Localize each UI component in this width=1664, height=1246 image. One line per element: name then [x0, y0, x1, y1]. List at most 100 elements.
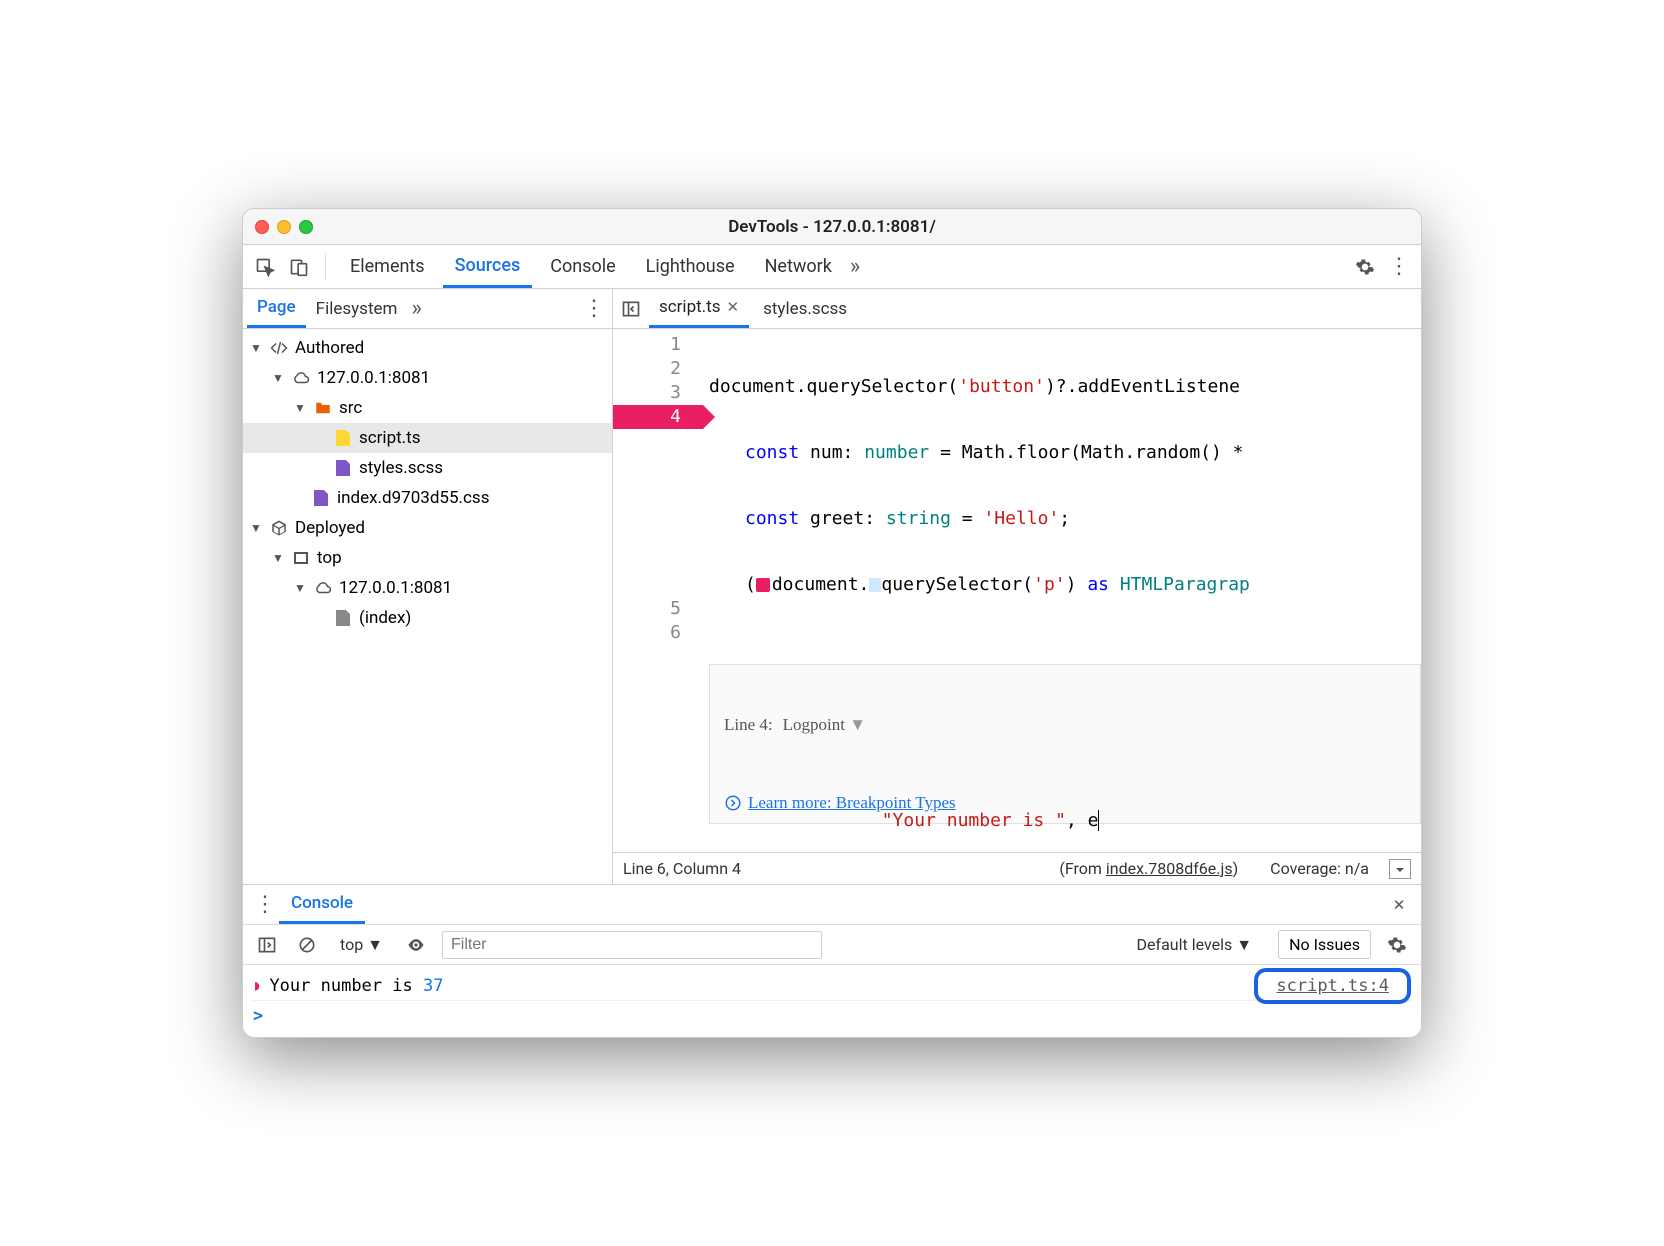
nav-kebab-icon[interactable]: ⋮ [580, 295, 608, 323]
document-icon [333, 608, 353, 628]
code-token: )?.addEventListene [1045, 376, 1240, 397]
drawer-kebab-icon[interactable]: ⋮ [251, 891, 279, 919]
tab-console[interactable]: Console [538, 245, 627, 288]
code-editor[interactable]: 1 2 3 4 5 6 document.querySelector('butt… [613, 329, 1421, 852]
console-drawer: ⋮ Console ✕ top ▼ Default levels ▼ No Is… [243, 884, 1421, 1037]
logpoint-marker[interactable]: 4 [613, 405, 703, 429]
code-token: 'p' [1033, 574, 1066, 595]
drawer-tab-console[interactable]: Console [279, 885, 365, 924]
prompt-icon: > [253, 1006, 263, 1026]
cloud-icon [313, 578, 333, 598]
tree-label: top [317, 548, 342, 568]
show-console-sidebar-icon[interactable] [253, 931, 281, 959]
tree-label: styles.scss [359, 458, 443, 478]
file-tab-label: styles.scss [763, 299, 847, 319]
tree-file-script[interactable]: script.ts [243, 423, 612, 453]
sourcemap-origin: (From index.7808df6e.js) [1059, 859, 1238, 878]
sourcemap-link[interactable]: index.7808df6e.js [1106, 859, 1233, 878]
nav-tab-filesystem[interactable]: Filesystem [306, 289, 408, 328]
clear-console-icon[interactable] [293, 931, 321, 959]
nav-tabs-overflow-icon[interactable]: » [411, 296, 421, 321]
tree-top[interactable]: ▼ top [243, 543, 612, 573]
nav-tab-page[interactable]: Page [247, 289, 306, 328]
navigator-panel: Page Filesystem » ⋮ ▼ Authored ▼ [243, 289, 613, 884]
tab-sources[interactable]: Sources [443, 245, 533, 288]
line-number[interactable]: 5 [613, 597, 681, 621]
editor-panel: script.ts ✕ styles.scss 1 2 3 4 5 6 [613, 289, 1421, 884]
tab-network[interactable]: Network [753, 245, 844, 288]
issues-button[interactable]: No Issues [1278, 930, 1371, 959]
step-marker-icon [869, 578, 881, 592]
scss-file-icon [333, 458, 353, 478]
code-token: ( [745, 574, 756, 595]
tree-src-folder[interactable]: ▼ src [243, 393, 612, 423]
code-token: 'button' [958, 376, 1045, 397]
inspect-element-icon[interactable] [251, 253, 279, 281]
live-expression-icon[interactable] [402, 931, 430, 959]
code-icon [269, 338, 289, 358]
code-token: document.querySelector( [709, 376, 958, 397]
tab-lighthouse[interactable]: Lighthouse [634, 245, 747, 288]
editor-tabs: script.ts ✕ styles.scss [613, 289, 1421, 329]
coverage-label: Coverage: n/a [1270, 859, 1369, 878]
console-output: ◗ Your number is 37 script.ts:4 > [243, 965, 1421, 1037]
main-toolbar: Elements Sources Console Lighthouse Netw… [243, 245, 1421, 289]
code-token: const [745, 442, 799, 463]
folder-icon [313, 398, 333, 418]
code-token: 'Hello' [983, 508, 1059, 529]
settings-gear-icon[interactable] [1351, 253, 1379, 281]
code-token: ) [1066, 574, 1088, 595]
window-title: DevTools - 127.0.0.1:8081/ [243, 217, 1421, 237]
editor-status-bar: Line 6, Column 4 (From index.7808df6e.js… [613, 852, 1421, 884]
tabs-overflow-icon[interactable]: » [850, 254, 860, 279]
file-tab-script[interactable]: script.ts ✕ [649, 289, 749, 328]
tree-index[interactable]: (index) [243, 603, 612, 633]
breakpoint-learn-more-link[interactable]: Learn more: Breakpoint Types [724, 793, 956, 813]
code-token: = Math.floor(Math.random() * [929, 442, 1254, 463]
console-filter-input[interactable] [442, 931, 822, 959]
line-number[interactable]: 2 [613, 357, 681, 381]
console-prompt-row[interactable]: > [253, 1001, 1411, 1031]
cloud-icon [291, 368, 311, 388]
file-tab-styles[interactable]: styles.scss [753, 289, 857, 328]
show-coverage-icon[interactable] [1389, 859, 1411, 879]
titlebar: DevTools - 127.0.0.1:8081/ [243, 209, 1421, 245]
navigator-tabs: Page Filesystem » ⋮ [243, 289, 612, 329]
console-settings-icon[interactable] [1383, 931, 1411, 959]
device-toggle-icon[interactable] [285, 253, 313, 281]
tree-deployed[interactable]: ▼ Deployed [243, 513, 612, 543]
tree-authored[interactable]: ▼ Authored [243, 333, 612, 363]
execution-context-select[interactable]: top ▼ [333, 932, 390, 958]
cursor-position: Line 6, Column 4 [623, 859, 741, 878]
code-content[interactable]: document.querySelector('button')?.addEve… [703, 329, 1421, 852]
line-gutter: 1 2 3 4 5 6 [613, 329, 703, 852]
tree-file-styles[interactable]: styles.scss [243, 453, 612, 483]
console-log-row[interactable]: ◗ Your number is 37 script.ts:4 [253, 971, 1411, 1001]
close-tab-icon[interactable]: ✕ [727, 298, 740, 316]
tree-file-indexcss[interactable]: index.d9703d55.css [243, 483, 612, 513]
file-tree: ▼ Authored ▼ 127.0.0.1:8081 ▼ [243, 329, 612, 884]
log-source-link[interactable]: script.ts:4 [1266, 974, 1399, 998]
highlighted-region: script.ts:4 [1254, 968, 1411, 1004]
code-token: "Your number is " [882, 810, 1066, 831]
log-levels-select[interactable]: Default levels ▼ [1137, 935, 1253, 955]
code-token: querySelector( [881, 574, 1033, 595]
logpoint-badge-icon: ◗ [253, 978, 261, 994]
code-token: number [864, 442, 929, 463]
tree-label: 127.0.0.1:8081 [317, 368, 430, 388]
line-number[interactable]: 1 [613, 333, 681, 357]
close-drawer-icon[interactable]: ✕ [1385, 891, 1413, 919]
code-token: const [745, 508, 799, 529]
line-number[interactable]: 6 [613, 621, 681, 645]
package-icon [269, 518, 289, 538]
tree-label: src [339, 398, 362, 418]
toggle-navigator-icon[interactable] [617, 295, 645, 323]
tree-host-deployed[interactable]: ▼ 127.0.0.1:8081 [243, 573, 612, 603]
tree-host[interactable]: ▼ 127.0.0.1:8081 [243, 363, 612, 393]
tree-label: 127.0.0.1:8081 [339, 578, 452, 598]
ts-file-icon [333, 428, 353, 448]
breakpoint-type-select[interactable]: Logpoint ▼ [783, 715, 866, 735]
kebab-menu-icon[interactable]: ⋮ [1385, 253, 1413, 281]
line-number[interactable]: 3 [613, 381, 681, 405]
tab-elements[interactable]: Elements [338, 245, 437, 288]
